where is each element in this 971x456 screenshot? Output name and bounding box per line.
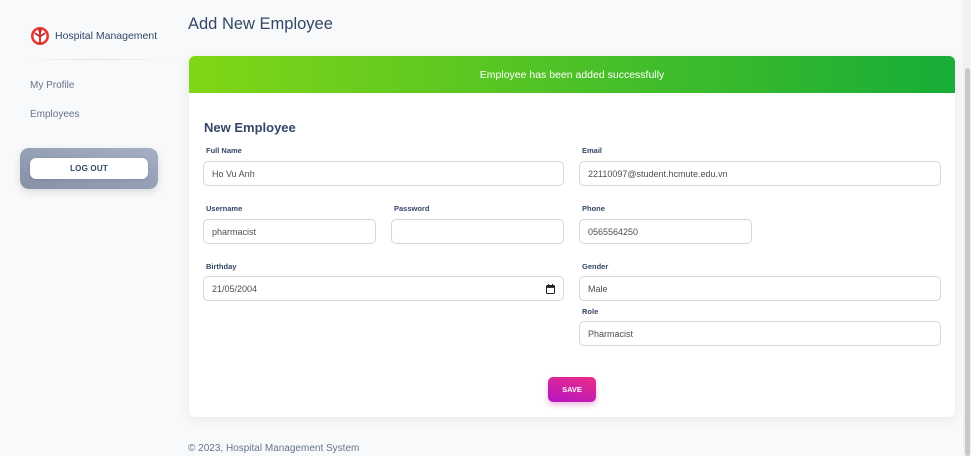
success-alert: Employee has been added successfully — [189, 56, 955, 93]
email-field[interactable] — [579, 161, 941, 186]
password-label: Password — [394, 204, 430, 213]
gender-label: Gender — [582, 262, 609, 271]
sidebar-item-employees[interactable]: Employees — [30, 109, 79, 120]
birthday-value: 21/05/2004 — [212, 284, 258, 294]
logout-card: LOG OUT — [20, 148, 158, 189]
sidebar-divider — [24, 59, 170, 60]
sidebar: Hospital Management My Profile Employees… — [0, 0, 178, 456]
footer-copyright: © 2023, Hospital Management System — [188, 443, 360, 454]
form-title: New Employee — [204, 120, 296, 135]
username-field[interactable] — [203, 219, 376, 244]
sidebar-item-my-profile[interactable]: My Profile — [30, 80, 74, 91]
save-button[interactable]: SAVE — [548, 377, 596, 402]
gender-field[interactable] — [579, 276, 941, 301]
password-field[interactable] — [391, 219, 564, 244]
calendar-icon[interactable] — [546, 284, 555, 294]
birthday-label: Birthday — [206, 262, 237, 271]
role-label: Role — [582, 307, 599, 316]
page-scrollbar-thumb[interactable] — [965, 68, 970, 456]
brand-name: Hospital Management — [55, 30, 158, 42]
phone-label: Phone — [582, 204, 605, 213]
username-label: Username — [206, 204, 243, 213]
full-name-field[interactable] — [203, 161, 564, 186]
page-title: Add New Employee — [188, 15, 333, 33]
brand[interactable]: Hospital Management — [30, 26, 157, 46]
role-field[interactable] — [579, 321, 941, 346]
email-label: Email — [582, 146, 603, 155]
hospital-logo-icon — [31, 27, 49, 45]
birthday-date-field[interactable]: 21/05/2004 — [203, 276, 564, 301]
full-name-label: Full Name — [206, 146, 242, 155]
logout-button[interactable]: LOG OUT — [30, 158, 148, 179]
phone-field[interactable] — [579, 219, 752, 244]
